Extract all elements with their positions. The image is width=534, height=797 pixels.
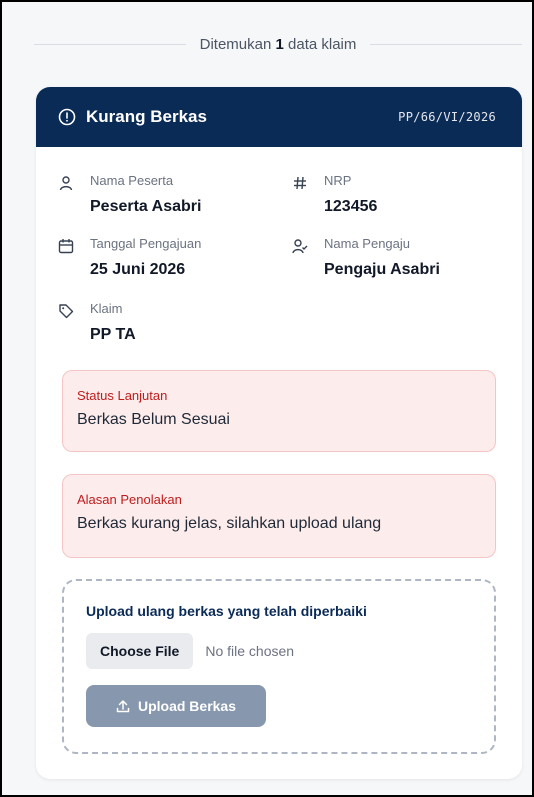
claim-code: PP/66/VI/2026	[398, 110, 496, 124]
upload-berkas-button[interactable]: Upload Berkas	[86, 685, 266, 727]
alert-circle-icon	[58, 108, 76, 126]
participant-name-value: Peserta Asabri	[90, 198, 202, 215]
followup-status-label: Status Lanjutan	[77, 388, 168, 403]
tag-icon	[58, 303, 74, 319]
claim-label: Klaim	[90, 301, 123, 316]
claim-card: Kurang Berkas PP/66/VI/2026 Nama Peserta…	[36, 87, 522, 779]
divider-line-right	[370, 43, 523, 45]
followup-status-alert: Status Lanjutan Berkas Belum Sesuai	[62, 370, 496, 452]
submission-date-value: 25 Juni 2026	[90, 261, 186, 278]
nrp-label: NRP	[324, 173, 352, 188]
field-submission-date: Tanggal Pengajuan 25 Juni 2026	[58, 236, 201, 279]
file-input-row: Choose File No file chosen	[86, 633, 472, 669]
field-claim: Klaim PP TA	[58, 301, 136, 344]
page-frame: Ditemukan 1 data klaim Kurang Berkas PP/…	[0, 0, 534, 797]
field-nrp: NRP 123456	[292, 173, 377, 216]
claim-status-group: Kurang Berkas	[58, 107, 207, 127]
result-summary-text: Ditemukan 1 data klaim	[186, 36, 371, 53]
submitter-name-value: Pengaju Asabri	[324, 261, 440, 278]
summary-prefix: Ditemukan	[199, 35, 272, 53]
hash-icon	[292, 175, 308, 191]
upload-button-label: Upload Berkas	[137, 698, 237, 714]
rejection-reason-text: Berkas kurang jelas, silahkan upload ula…	[77, 515, 382, 532]
field-participant-name: Nama Peserta Peserta Asabri	[58, 173, 201, 216]
followup-status-text: Berkas Belum Sesuai	[77, 411, 230, 428]
rejection-reason-alert: Alasan Penolakan Berkas kurang jelas, si…	[62, 474, 496, 558]
submission-date-label: Tanggal Pengajuan	[90, 236, 202, 251]
upload-dropzone[interactable]: Upload ulang berkas yang telah diperbaik…	[62, 579, 496, 754]
calendar-icon	[58, 238, 74, 254]
file-status-text: No file chosen	[205, 643, 295, 659]
field-submitter-name: Nama Pengaju Pengaju Asabri	[292, 236, 440, 279]
rejection-reason-label: Alasan Penolakan	[77, 492, 182, 507]
claim-value: PP TA	[90, 326, 136, 343]
result-summary: Ditemukan 1 data klaim	[34, 32, 523, 56]
participant-name-label: Nama Peserta	[90, 173, 174, 188]
user-check-icon	[292, 238, 308, 254]
choose-file-button[interactable]: Choose File	[86, 633, 194, 669]
upload-icon	[116, 699, 130, 713]
claim-card-header: Kurang Berkas PP/66/VI/2026	[36, 87, 522, 147]
summary-count: 1	[275, 35, 284, 53]
claim-status-title: Kurang Berkas	[86, 107, 207, 126]
nrp-value: 123456	[324, 198, 378, 215]
divider-line-left	[34, 43, 186, 45]
submitter-name-label: Nama Pengaju	[324, 236, 410, 251]
user-icon	[58, 175, 74, 191]
upload-title: Upload ulang berkas yang telah diperbaik…	[86, 603, 367, 619]
summary-suffix: data klaim	[288, 35, 357, 53]
